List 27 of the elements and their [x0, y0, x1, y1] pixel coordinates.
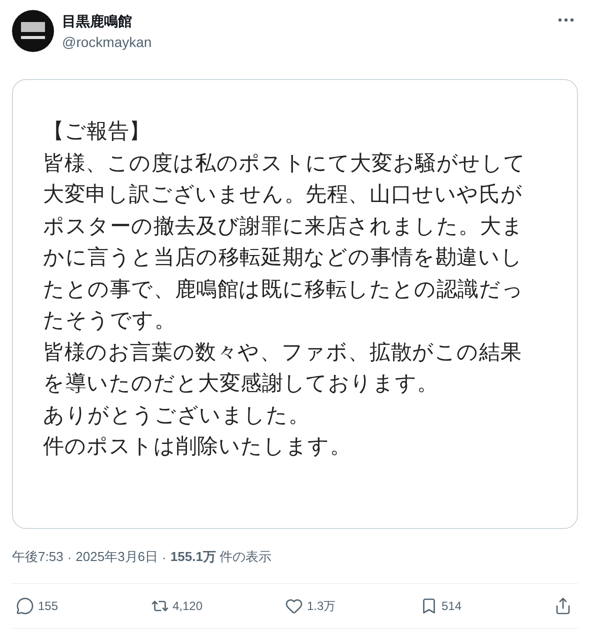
post-time[interactable]: 午後7:53 [12, 548, 64, 566]
like-button[interactable]: 1.3万 [285, 597, 365, 615]
heart-icon [285, 597, 303, 615]
image-card[interactable]: 【ご報告】 皆様、この度は私のポストにて大変お騒がせして 大変申し訳ございません。先程、山口せいや氏が ポスターの撤去及び謝罪に来店されました。大ま かに言うと当店の移転延期などの事情を勘違いし たとの事で、鹿鳴館は既に移転したとの認識だっ たそうです。 皆様のお言葉の数々や、ファボ、拡散がこの結果 を導いたのだと大変感謝しております。 ありがとうございました。 件のポストは削除いたします。 [12, 79, 578, 529]
separator-dot: · [162, 550, 166, 564]
more-icon [558, 18, 574, 22]
image-text-line: ポスターの撤去及び謝罪に来店されました。大ま [43, 212, 524, 240]
image-text-line: たそうです。 [43, 307, 176, 334]
image-text-line: を導いたのだと大変感謝しております。 [43, 370, 438, 397]
image-text-line: かに言うと当店の移転延期などの事情を勘違いし [43, 244, 523, 271]
image-text-line: 大変申し訳ございません。先程、山口せいや氏が [43, 181, 523, 208]
image-text-line: 皆様、この度は私のポストにて大変お騒がせして [43, 150, 526, 176]
image-text-line: ありがとうございました。 [43, 402, 310, 428]
post-date[interactable]: 2025年3月6日 [76, 548, 158, 566]
bookmark-button[interactable]: 514 [420, 597, 500, 615]
share-icon [554, 597, 572, 615]
reply-icon [16, 597, 34, 615]
repost-button[interactable]: 4,120 [150, 597, 230, 615]
reply-button[interactable]: 155 [16, 597, 96, 615]
image-text-line: 件のポストは削除いたします。 [43, 433, 352, 460]
image-text-line: 【ご報告】 [43, 118, 150, 145]
author-handle[interactable]: @rockmaykan [62, 34, 546, 50]
author-name[interactable]: 目黒鹿鳴館 [62, 12, 546, 30]
view-count: 155.1万 件の表示 [170, 548, 272, 566]
image-text-line: 皆様のお言葉の数々や、ファボ、拡散がこの結果 [43, 338, 522, 366]
image-text-line: たとの事で、鹿鳴館は既に移転したとの認識だっ [43, 276, 524, 302]
separator-dot: · [67, 550, 72, 564]
